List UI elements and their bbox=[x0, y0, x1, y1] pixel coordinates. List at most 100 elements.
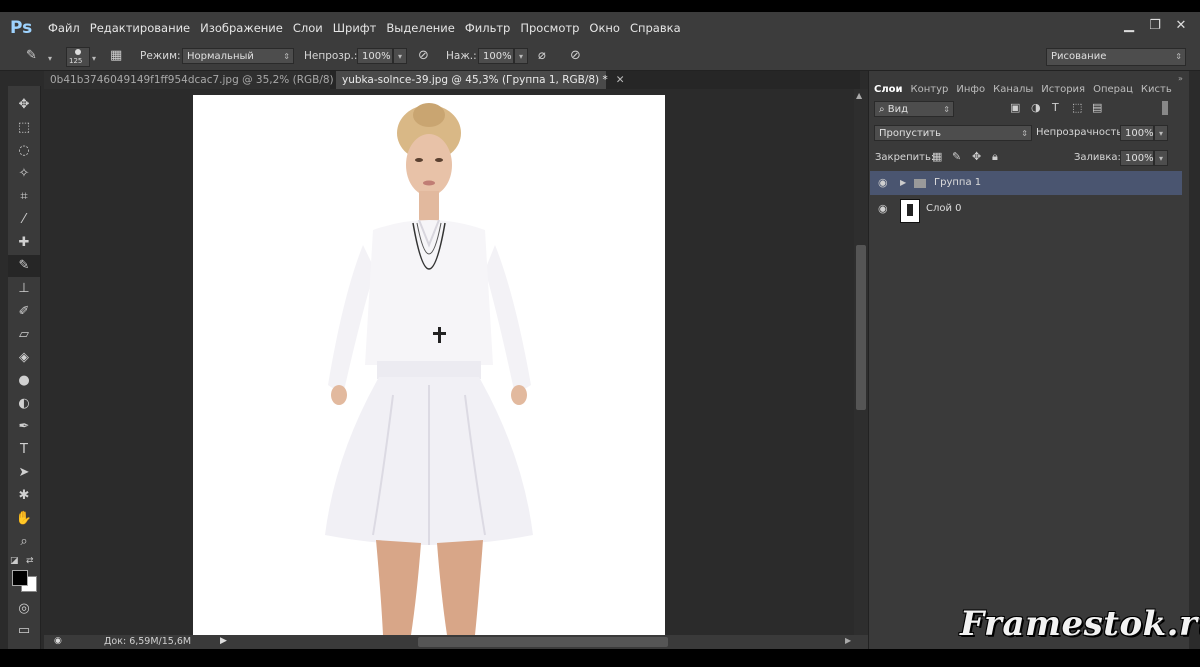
letterbox-top bbox=[0, 0, 1200, 12]
tab-paths[interactable]: Контур bbox=[907, 82, 953, 98]
healing-tool-icon[interactable]: ✚ bbox=[8, 232, 40, 254]
screen-mode-icon[interactable]: ▭ bbox=[8, 620, 40, 642]
tab-actions[interactable]: Операц bbox=[1089, 82, 1137, 98]
zoom-tool-icon[interactable]: ⌕ bbox=[8, 531, 40, 553]
tab-document-2[interactable]: yubka-solnce-39.jpg @ 45,3% (Группа 1, R… bbox=[336, 71, 625, 89]
close-icon[interactable]: ✕ bbox=[616, 74, 625, 86]
foreground-color-swatch[interactable] bbox=[12, 570, 28, 586]
brush-tool-icon[interactable]: ✎ bbox=[8, 255, 40, 277]
chevron-down-icon[interactable]: ▾ bbox=[48, 54, 52, 63]
document-canvas[interactable] bbox=[193, 95, 665, 635]
eraser-tool-icon[interactable]: ▱ bbox=[8, 324, 40, 346]
layer-row-group-1[interactable]: ◉ ▶ Группа 1 bbox=[870, 171, 1182, 195]
lock-pixels-icon[interactable]: ✎ bbox=[952, 150, 961, 163]
flow-input[interactable]: 100% bbox=[478, 48, 514, 64]
menu-select[interactable]: Выделение bbox=[386, 21, 465, 35]
panel-collapse-icon[interactable]: » bbox=[1178, 74, 1183, 83]
flow-dropdown[interactable]: ▾ bbox=[514, 48, 528, 64]
horizontal-scroll-thumb[interactable] bbox=[418, 637, 668, 647]
menu-filter[interactable]: Фильтр bbox=[465, 21, 521, 35]
pressure-size-icon[interactable]: ⊘ bbox=[570, 48, 581, 63]
layer-opacity-dropdown[interactable]: ▾ bbox=[1154, 125, 1168, 141]
tab-info[interactable]: Инфо bbox=[952, 82, 989, 98]
menu-file[interactable]: Файл bbox=[48, 21, 90, 35]
menu-edit[interactable]: Редактирование bbox=[90, 21, 200, 35]
tab-channels[interactable]: Каналы bbox=[989, 82, 1037, 98]
swap-colors-icon[interactable]: ⇄ bbox=[26, 556, 34, 566]
lock-all-icon[interactable]: 🔒︎ bbox=[992, 150, 998, 164]
eyedropper-tool-icon[interactable]: ⁄ bbox=[8, 209, 40, 231]
quick-mask-icon[interactable]: ◎ bbox=[8, 598, 40, 620]
history-brush-tool-icon[interactable]: ✐ bbox=[8, 301, 40, 323]
layer-name: Группа 1 bbox=[934, 177, 982, 188]
restore-icon[interactable]: ❐ bbox=[1146, 18, 1164, 34]
tab-document-1[interactable]: 0b41b3746049149f1ff954dcac7.jpg @ 35,2% … bbox=[44, 71, 359, 89]
chevron-down-icon[interactable]: ▾ bbox=[92, 54, 96, 63]
flow-label: Наж.: bbox=[446, 50, 477, 62]
shape-tool-icon[interactable]: ✱ bbox=[8, 485, 40, 507]
dodge-tool-icon[interactable]: ◐ bbox=[8, 393, 40, 415]
brush-panel-icon[interactable]: ▦ bbox=[110, 48, 122, 63]
type-tool-icon[interactable]: T bbox=[8, 439, 40, 461]
marquee-tool-icon[interactable]: ⬚ bbox=[8, 117, 40, 139]
hand-tool-icon[interactable]: ✋ bbox=[8, 508, 40, 530]
default-colors-icon[interactable]: ◪ bbox=[10, 556, 19, 566]
scroll-right-icon[interactable]: ▶ bbox=[845, 636, 851, 645]
layer-opacity-input[interactable]: 100% bbox=[1120, 125, 1154, 141]
pen-tool-icon[interactable]: ✒ bbox=[8, 416, 40, 438]
tools-panel: ✥ ⬚ ◌ ✧ ⌗ ⁄ ✚ ✎ ⊥ ✐ ▱ ◈ ● ◐ ✒ T ➤ ✱ ✋ ⌕ … bbox=[8, 86, 41, 649]
eye-icon[interactable]: ◉ bbox=[878, 197, 888, 221]
menu-help[interactable]: Справка bbox=[630, 21, 691, 35]
mode-select[interactable]: Нормальный ⇕ bbox=[182, 48, 294, 64]
move-tool-icon[interactable]: ✥ bbox=[8, 94, 40, 116]
tab-layers[interactable]: Слои bbox=[870, 82, 907, 98]
lock-transparent-icon[interactable]: ▦ bbox=[932, 150, 942, 163]
paint-bucket-tool-icon[interactable]: ◈ bbox=[8, 347, 40, 369]
fill-dropdown[interactable]: ▾ bbox=[1154, 150, 1168, 166]
menu-view[interactable]: Просмотр bbox=[520, 21, 589, 35]
layer-filter-value: Вид bbox=[887, 104, 909, 115]
filter-pixel-icon[interactable]: ▣ bbox=[1010, 101, 1020, 114]
filter-smart-object-icon[interactable]: ▤ bbox=[1092, 101, 1102, 114]
quick-select-tool-icon[interactable]: ✧ bbox=[8, 163, 40, 185]
blur-tool-icon[interactable]: ● bbox=[8, 370, 40, 392]
window-controls: ▁ ❐ ✕ bbox=[1120, 18, 1190, 34]
path-select-tool-icon[interactable]: ➤ bbox=[8, 462, 40, 484]
menu-window[interactable]: Окно bbox=[589, 21, 630, 35]
filter-toggle[interactable] bbox=[1162, 101, 1168, 115]
tab-brush[interactable]: Кисть bbox=[1137, 82, 1176, 98]
crop-tool-icon[interactable]: ⌗ bbox=[8, 186, 40, 208]
stamp-tool-icon[interactable]: ⊥ bbox=[8, 278, 40, 300]
zoom-level-icon[interactable]: ◉ bbox=[54, 636, 62, 646]
filter-type-icon[interactable]: T bbox=[1052, 101, 1059, 114]
scroll-up-icon[interactable]: ▲ bbox=[856, 91, 862, 100]
brush-size-picker[interactable]: 125 bbox=[66, 47, 90, 67]
chevron-updown-icon: ⇕ bbox=[943, 105, 950, 114]
opacity-dropdown[interactable]: ▾ bbox=[393, 48, 407, 64]
fill-input[interactable]: 100% bbox=[1120, 150, 1154, 166]
close-icon[interactable]: ✕ bbox=[1172, 18, 1190, 34]
expand-triangle-icon[interactable]: ▶ bbox=[900, 171, 906, 195]
vertical-scroll-thumb[interactable] bbox=[856, 245, 866, 410]
workspace-select[interactable]: Рисование ⇕ bbox=[1046, 48, 1186, 66]
lock-position-icon[interactable]: ✥ bbox=[972, 150, 981, 163]
filter-shape-icon[interactable]: ⬚ bbox=[1072, 101, 1082, 114]
opacity-input[interactable]: 100% bbox=[357, 48, 393, 64]
options-bar: ✎ ▾ 125 ▾ ▦ Режим: Нормальный ⇕ Непрозр.:… bbox=[0, 44, 1200, 71]
tab-history[interactable]: История bbox=[1037, 82, 1089, 98]
pressure-opacity-icon[interactable]: ⊘ bbox=[418, 48, 429, 63]
eye-icon[interactable]: ◉ bbox=[878, 171, 888, 195]
airbrush-icon[interactable]: ⌀ bbox=[538, 48, 546, 63]
brush-tool-preset-icon[interactable]: ✎ bbox=[26, 48, 37, 63]
menu-type[interactable]: Шрифт bbox=[333, 21, 387, 35]
brush-size-value: 125 bbox=[69, 57, 83, 65]
filter-adjustment-icon[interactable]: ◑ bbox=[1031, 101, 1041, 114]
status-menu-arrow-icon[interactable]: ▶ bbox=[220, 636, 227, 646]
menu-layers[interactable]: Слои bbox=[293, 21, 333, 35]
layer-filter-select[interactable]: ⌕ Вид ⇕ bbox=[874, 101, 954, 117]
blend-mode-select[interactable]: Пропустить ⇕ bbox=[874, 125, 1032, 141]
menu-image[interactable]: Изображение bbox=[200, 21, 293, 35]
minimize-icon[interactable]: ▁ bbox=[1120, 18, 1138, 34]
lasso-tool-icon[interactable]: ◌ bbox=[8, 140, 40, 162]
layer-row-layer-0[interactable]: ◉ Слой 0 bbox=[870, 197, 1182, 223]
